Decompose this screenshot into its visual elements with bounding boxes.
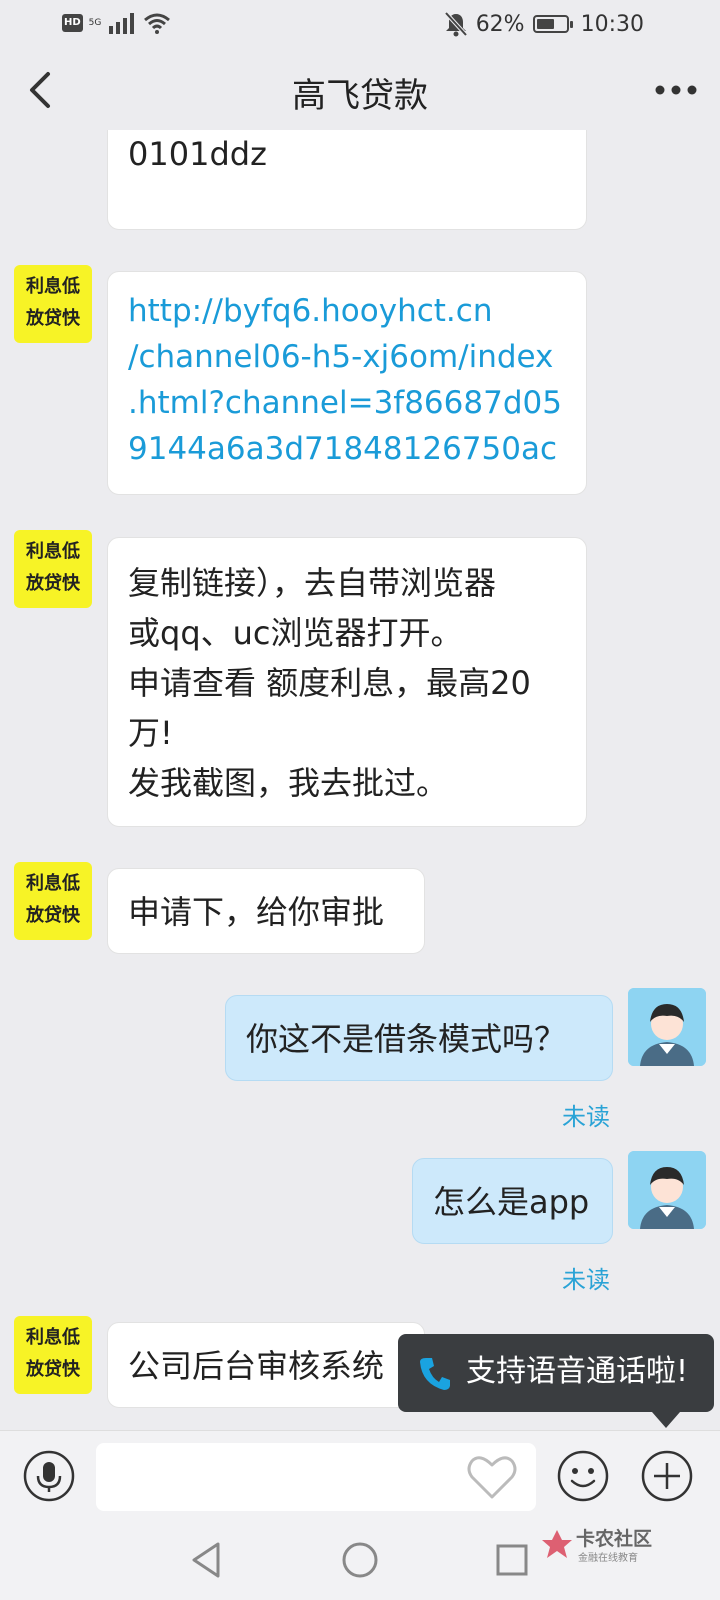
message-bubble[interactable]: 公司后台审核系统 bbox=[107, 1322, 425, 1408]
add-button[interactable] bbox=[640, 1449, 694, 1503]
message-bubble[interactable]: 申请下，给你审批 bbox=[107, 868, 425, 954]
microphone-icon bbox=[23, 1450, 75, 1502]
link-line: .html?channel=3f86687d05 bbox=[128, 385, 562, 421]
person-icon bbox=[628, 988, 706, 1066]
message-text: 万! bbox=[128, 714, 173, 752]
my-avatar[interactable] bbox=[628, 988, 706, 1066]
wifi-icon bbox=[144, 13, 171, 34]
status-bar: HD 5G 62% 10:30 bbox=[0, 0, 720, 50]
link-line: /channel06-h5-xj6om/index bbox=[128, 339, 554, 375]
message-text: 或qq、uc浏览器打开。 bbox=[128, 614, 463, 652]
bell-off-icon bbox=[444, 11, 468, 37]
avatar-text: 放贷快 bbox=[26, 905, 80, 926]
emoji-icon bbox=[557, 1450, 609, 1502]
my-avatar[interactable] bbox=[628, 1151, 706, 1229]
battery-level bbox=[536, 19, 554, 29]
favorite-button[interactable] bbox=[466, 1453, 518, 1501]
nav-back-icon bbox=[192, 1542, 220, 1578]
message-list[interactable]: 0101ddz 利息低 放贷快 http://byfq6.hooyhct.cn … bbox=[0, 130, 720, 1430]
unread-status: 未读 bbox=[562, 1266, 610, 1294]
message-bubble[interactable]: 0101ddz bbox=[107, 130, 587, 230]
avatar[interactable]: 利息低 放贷快 bbox=[14, 530, 92, 608]
avatar-text: 放贷快 bbox=[26, 308, 80, 329]
link-line: 9144a6a3d71848126750ac bbox=[128, 431, 558, 467]
avatar-text: 放贷快 bbox=[26, 573, 80, 594]
avatar-text: 利息低 bbox=[26, 276, 80, 297]
battery-icon bbox=[532, 15, 573, 33]
message-text: 怎么是app bbox=[433, 1183, 590, 1221]
avatar[interactable]: 利息低 放贷快 bbox=[14, 1316, 92, 1394]
message-text: 你这不是借条模式吗？ bbox=[246, 1020, 567, 1058]
signal-icon bbox=[109, 13, 135, 34]
avatar[interactable]: 利息低 放贷快 bbox=[14, 862, 92, 940]
watermark: 卡农社区 金融在线教育 bbox=[540, 1524, 670, 1568]
network-type: 5G bbox=[88, 17, 102, 28]
avatar-text: 放贷快 bbox=[26, 1359, 80, 1380]
plus-icon bbox=[641, 1450, 693, 1502]
chat-title: 高飞贷款 bbox=[292, 76, 428, 116]
avatar-text: 利息低 bbox=[26, 1327, 80, 1348]
voice-call-tooltip[interactable]: 支持语音通话啦! bbox=[398, 1334, 714, 1428]
more-dots-icon bbox=[655, 85, 697, 95]
message-text: 复制链接），去自带浏览器 bbox=[128, 564, 497, 602]
chat-header: 高飞贷款 bbox=[0, 50, 720, 130]
message-text: 申请查看 额度利息，最高20 bbox=[128, 664, 531, 702]
avatar-text: 利息低 bbox=[26, 873, 80, 894]
person-icon bbox=[628, 1151, 706, 1229]
network-label: 5G bbox=[88, 17, 102, 28]
link-line: http://byfq6.hooyhct.cn bbox=[128, 293, 493, 329]
input-bar bbox=[0, 1430, 720, 1522]
message-bubble-outgoing[interactable]: 你这不是借条模式吗？ bbox=[225, 995, 613, 1081]
message-text: 0101ddz bbox=[128, 135, 267, 173]
message-text: 申请下，给你审批 bbox=[128, 893, 385, 931]
nav-recent-icon bbox=[496, 1544, 528, 1576]
battery-percent: 62% bbox=[475, 11, 525, 37]
avatar[interactable]: 利息低 放贷快 bbox=[14, 265, 92, 343]
nav-home-icon bbox=[342, 1542, 378, 1578]
nav-recent-button[interactable] bbox=[490, 1538, 534, 1582]
status-right: 62% 10:30 bbox=[444, 11, 644, 37]
nav-back-button[interactable] bbox=[186, 1538, 230, 1582]
watermark-subtitle: 金融在线教育 bbox=[578, 1553, 638, 1564]
heart-icon bbox=[467, 1456, 517, 1499]
avatar-text: 利息低 bbox=[26, 541, 80, 562]
message-link[interactable]: http://byfq6.hooyhct.cn /channel06-h5-xj… bbox=[128, 288, 566, 472]
emoji-button[interactable] bbox=[556, 1449, 610, 1503]
watermark-logo-icon bbox=[542, 1530, 572, 1558]
message-bubble[interactable]: 复制链接），去自带浏览器 或qq、uc浏览器打开。 申请查看 额度利息，最高20… bbox=[107, 537, 587, 827]
message-bubble-outgoing[interactable]: 怎么是app bbox=[412, 1158, 613, 1244]
phone-icon bbox=[420, 1358, 450, 1390]
tooltip-text: 支持语音通话啦! bbox=[466, 1354, 689, 1389]
system-nav-bar: 卡农社区 金融在线教育 bbox=[0, 1522, 720, 1600]
message-text: 公司后台审核系统 bbox=[128, 1347, 385, 1385]
more-button[interactable] bbox=[652, 76, 700, 104]
nav-home-button[interactable] bbox=[338, 1538, 382, 1582]
watermark-title: 卡农社区 bbox=[576, 1528, 653, 1550]
voice-input-button[interactable] bbox=[22, 1449, 76, 1503]
status-left: HD 5G bbox=[62, 12, 171, 34]
clock-time: 10:30 bbox=[580, 11, 644, 37]
unread-status: 未读 bbox=[562, 1103, 610, 1131]
message-text: 发我截图，我去批过。 bbox=[128, 764, 449, 802]
message-bubble[interactable]: http://byfq6.hooyhct.cn /channel06-h5-xj… bbox=[107, 271, 587, 495]
hd-badge: HD bbox=[62, 14, 83, 32]
